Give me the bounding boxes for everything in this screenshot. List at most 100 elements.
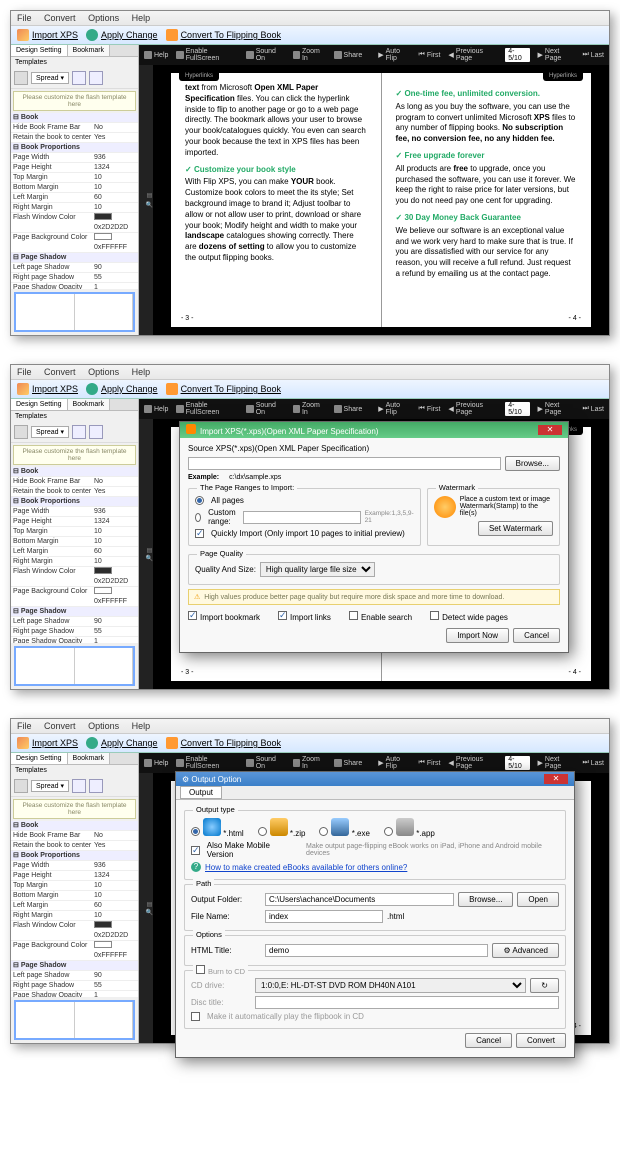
disc-title-input[interactable] [255,996,559,1009]
mobile-version-check[interactable]: Also Make Mobile Version Make output pag… [191,841,559,859]
prop-left-margin[interactable]: 60 [94,193,136,202]
import-xps-button[interactable]: Import XPS [17,383,78,395]
menu-file[interactable]: File [17,367,32,377]
tab-design-setting[interactable]: Design Setting [11,399,68,410]
prop-lp-shad[interactable]: 90 [94,263,136,272]
prop-top-margin[interactable]: 10 [94,173,136,182]
import-now-button[interactable]: Import Now [446,628,509,643]
radio-all-pages[interactable]: All pages [195,496,414,505]
prop-hide-frame[interactable]: No [94,123,136,132]
convert-button[interactable]: Convert To Flipping Book [166,383,281,395]
cancel-button[interactable]: Cancel [465,1033,512,1048]
html-title-input[interactable] [265,944,488,957]
template-btn-2[interactable] [89,71,103,85]
hyperlinks-tab[interactable]: Hyperlinks [179,71,219,81]
source-input[interactable] [188,457,501,470]
browse-button[interactable]: Browse... [505,456,560,471]
advanced-button[interactable]: ⚙ Advanced [492,943,559,958]
thumbnails-icon[interactable]: ▤ [146,192,152,199]
file-name-input[interactable] [265,910,383,923]
main-toolbar: Import XPS Apply Change Convert To Flipp… [11,734,609,753]
burn-cd-check[interactable] [196,965,205,974]
close-button[interactable]: ✕ [538,425,562,435]
radio-exe[interactable]: *.exe [319,818,369,838]
menu-help[interactable]: Help [132,721,151,731]
enable-search-check[interactable]: Enable search [349,611,412,622]
import-bookmark-check[interactable]: Import bookmark [188,611,260,622]
menu-help[interactable]: Help [132,367,151,377]
tab-bookmark[interactable]: Bookmark [68,399,111,410]
menu-options[interactable]: Options [88,13,119,23]
app-window-main: File Convert Options Help Import XPS App… [10,10,610,336]
tab-bookmark[interactable]: Bookmark [68,45,111,56]
convert-confirm-button[interactable]: Convert [516,1033,566,1048]
radio-html[interactable]: *.html [191,818,244,838]
autoflip-button[interactable]: ▶ Auto Flip [378,48,410,62]
sound-button[interactable]: Sound On [246,48,284,62]
apply-change-button[interactable]: Apply Change [86,29,158,41]
next-button[interactable]: ▶ Next Page [538,48,575,62]
page-indicator[interactable]: 4-5/10 [505,48,529,62]
autoplay-check[interactable]: Make it automatically play the flipbook … [191,1012,559,1021]
prop-right-margin[interactable]: 10 [94,203,136,212]
radio-custom-range[interactable]: Custom range:Example:1,3,5,9-21 [195,508,414,526]
quick-import-check[interactable]: Quickly Import (Only import 10 pages to … [195,529,414,538]
prop-page-width[interactable]: 936 [94,153,136,162]
app-window-import: File Convert Options Help Import XPS App… [10,364,610,690]
detect-wide-check[interactable]: Detect wide pages [430,611,508,622]
menu-convert[interactable]: Convert [44,721,76,731]
last-button[interactable]: ⏭ Last [582,51,604,59]
menu-file[interactable]: File [17,721,32,731]
set-watermark-button[interactable]: Set Watermark [478,521,553,536]
viewer-toolbar: Help Enable FullScreen Sound On Zoom In … [139,45,609,65]
close-button[interactable]: ✕ [544,774,568,784]
menu-convert[interactable]: Convert [44,13,76,23]
template-btn-1[interactable] [72,71,86,85]
prop-rp-shad[interactable]: 55 [94,273,136,282]
radio-zip[interactable]: *.zip [258,818,306,838]
convert-button[interactable]: Convert To Flipping Book [166,737,281,749]
hyperlinks-tab-r[interactable]: Hyperlinks [543,71,583,81]
help-button[interactable]: Help [144,51,168,59]
prev-button[interactable]: ◀ Previous Page [448,48,497,62]
menu-options[interactable]: Options [88,367,119,377]
refresh-drive-button[interactable]: ↻ [530,978,559,993]
quality-select[interactable]: High quality large file size [260,562,375,577]
template-select[interactable]: Spread ▾ [31,72,69,84]
cancel-button[interactable]: Cancel [513,628,560,643]
warning-msg: High values produce better page quality … [188,589,560,605]
prop-flash-wc[interactable]: 0x2D2D2D [94,213,136,232]
prop-retain[interactable]: Yes [94,133,136,142]
apply-change-button[interactable]: Apply Change [86,737,158,749]
howto-link[interactable]: How to make created eBooks available for… [205,863,407,872]
first-button[interactable]: ⏮ First [419,51,441,59]
tab-design-setting[interactable]: Design Setting [11,45,68,56]
menu-file[interactable]: File [17,13,32,23]
thumb-rail[interactable]: ▤ 🔍 [139,65,153,335]
prop-page-bg[interactable]: 0xFFFFFF [94,233,136,252]
menu-convert[interactable]: Convert [44,367,76,377]
browse-button[interactable]: Browse... [458,892,513,907]
open-button[interactable]: Open [517,892,559,907]
menu-options[interactable]: Options [88,721,119,731]
menu-help[interactable]: Help [132,13,151,23]
custom-range-input[interactable] [243,511,361,524]
import-links-check[interactable]: Import links [278,611,331,622]
radio-app[interactable]: *.app [384,818,435,838]
prop-page-height[interactable]: 1324 [94,163,136,172]
template-thumb[interactable] [14,292,135,332]
prop-bot-margin[interactable]: 10 [94,183,136,192]
share-button[interactable]: Share [334,51,363,59]
output-folder-input[interactable] [265,893,454,906]
cd-drive-select[interactable]: 1:0:0,E: HL-DT-ST DVD ROM DH40N A101 [255,978,526,993]
apply-change-button[interactable]: Apply Change [86,383,158,395]
fullscreen-button[interactable]: Enable FullScreen [176,48,238,62]
tab-output[interactable]: Output [180,786,222,799]
convert-button[interactable]: Convert To Flipping Book [166,29,281,41]
prop-ps-op[interactable]: 1 [94,283,136,289]
search-icon[interactable]: 🔍 [146,201,152,208]
import-xps-button[interactable]: Import XPS [17,29,78,41]
template-select[interactable]: Spread ▾ [31,426,69,438]
zoom-button[interactable]: Zoom In [293,48,326,62]
import-xps-button[interactable]: Import XPS [17,737,78,749]
